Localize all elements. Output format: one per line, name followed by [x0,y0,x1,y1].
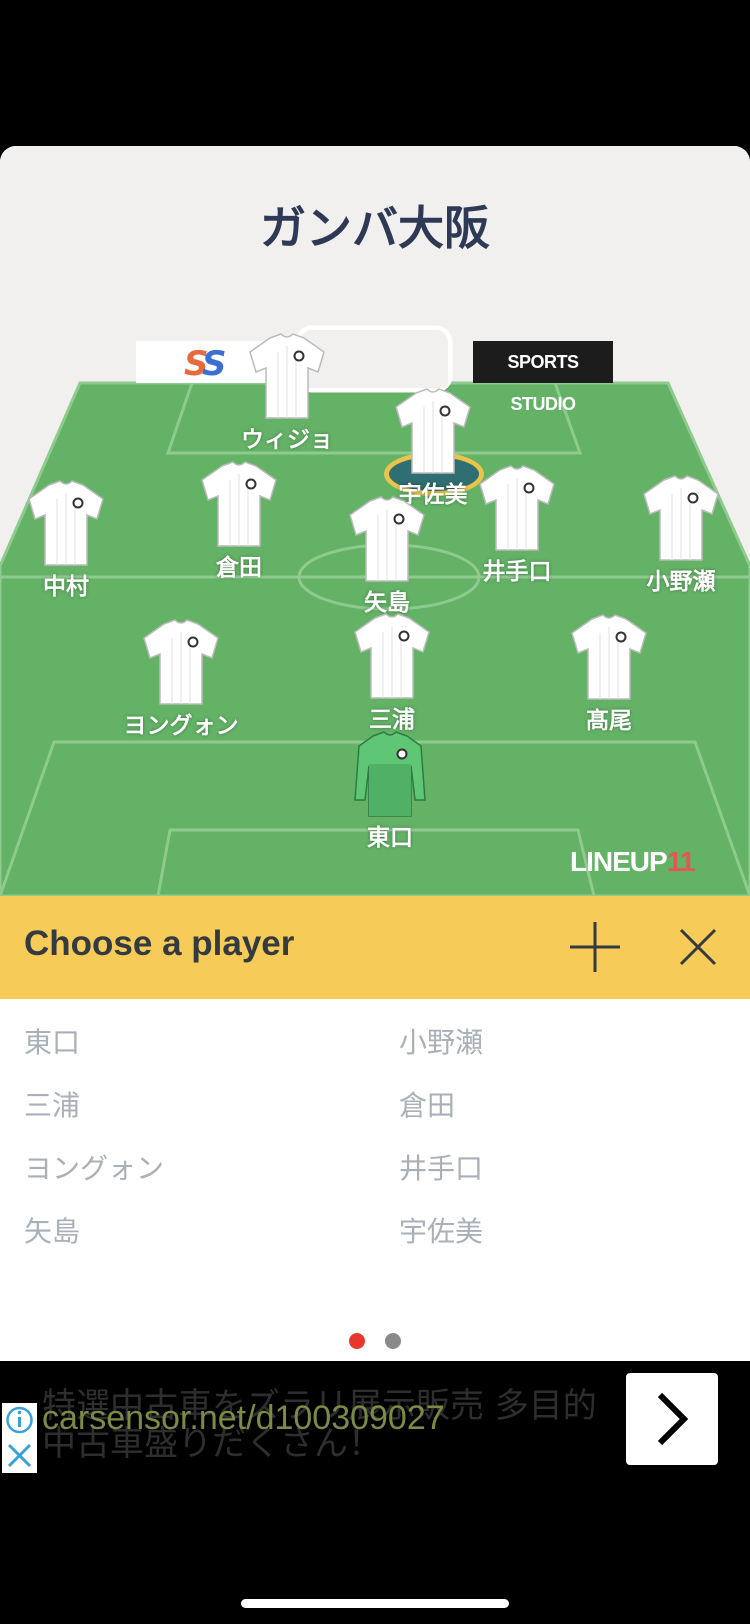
player-name: 小野瀬 [646,569,716,595]
choose-player-bar: Choose a player [0,896,750,999]
goalkeeper-jersey-icon [354,731,426,817]
player-slot[interactable]: ウィジョ [207,332,367,454]
logo-number: 11 [666,846,696,877]
sponsor-sports-studio: SPORTS STUDIO [473,341,613,414]
list-item[interactable]: 小野瀬 [399,1021,483,1061]
team-title: ガンバ大阪 [260,201,490,255]
player-name: 髙尾 [586,708,632,734]
ad-url[interactable]: carsensor.net/d100309027 [42,1399,445,1438]
logo-text: LINEUP [570,846,668,877]
page-indicator [0,1333,750,1353]
choose-player-title: Choose a player [24,924,295,963]
player-slot[interactable]: 中村 [0,479,146,601]
close-icon[interactable] [669,918,727,976]
player-name: 倉田 [216,555,262,581]
jersey-icon [571,614,647,700]
list-item[interactable]: 井手口 [399,1147,483,1187]
page-dot[interactable] [385,1333,401,1349]
player-slot[interactable]: 三浦 [312,612,472,734]
chevron-right-icon[interactable] [626,1373,718,1465]
jersey-icon [643,475,719,561]
page-dot-active[interactable] [349,1333,365,1349]
player-slot[interactable]: 髙尾 [529,613,689,735]
list-item[interactable]: ヨングォン [24,1147,164,1187]
jersey-icon [143,619,219,705]
player-name: 井手口 [482,559,552,585]
player-name: 三浦 [369,707,415,733]
close-icon[interactable] [7,1443,32,1468]
ad-choices-badge [2,1403,37,1473]
home-indicator[interactable] [241,1599,509,1608]
jersey-icon [28,480,104,566]
player-name: 東口 [367,825,413,851]
jersey-icon [249,333,325,419]
list-item[interactable]: 三浦 [24,1084,80,1124]
list-item[interactable]: 宇佐美 [399,1210,483,1250]
player-name: ウィジョ [241,427,333,453]
list-item[interactable]: 倉田 [399,1084,455,1124]
player-slot[interactable]: ヨングォン [101,618,261,740]
player-slot[interactable]: 小野瀬 [601,474,750,596]
pitch-area: ガンバ大阪 S S SPORTS STUDIO ウィジョ 宇佐美 中村 倉田 矢… [0,146,750,896]
list-item[interactable]: 矢島 [24,1210,80,1250]
jersey-icon [479,465,555,551]
player-name: ヨングォン [123,713,239,739]
plus-icon[interactable] [566,918,624,976]
jersey-icon [201,461,277,547]
jersey-icon [349,496,425,582]
player-slot[interactable]: 倉田 [159,460,319,582]
player-name: 中村 [43,574,89,600]
jersey-icon [354,613,430,699]
lineup-card: ガンバ大阪 S S SPORTS STUDIO ウィジョ 宇佐美 中村 倉田 矢… [0,146,750,1361]
list-item[interactable]: 東口 [24,1021,80,1061]
player-slot[interactable]: 井手口 [437,464,597,586]
info-icon[interactable] [6,1406,33,1434]
lineup11-logo: LINEUP11 [570,846,696,878]
goalkeeper-slot[interactable]: 東口 [310,730,470,852]
ad-banner[interactable]: 特選中古車をズラリ展示販売 多目的 中古車盛りだくさん！ carsensor.n… [0,1361,750,1485]
